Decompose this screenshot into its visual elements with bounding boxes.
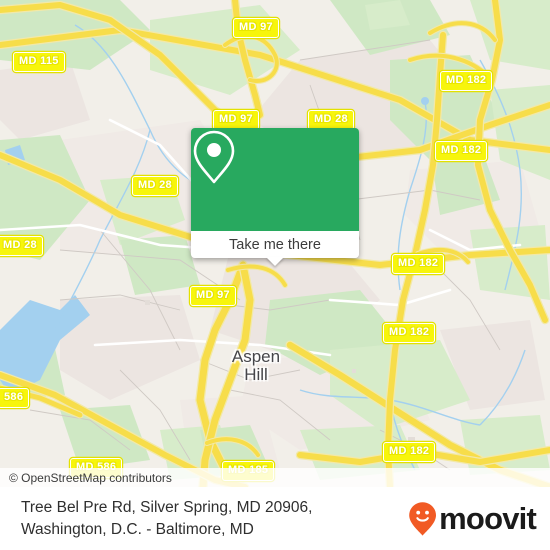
address-line-1: Tree Bel Pre Rd, Silver Spring, MD 20906… xyxy=(21,498,313,516)
address-block: Tree Bel Pre Rd, Silver Spring, MD 20906… xyxy=(0,497,312,541)
road-shield: MD 28 xyxy=(308,110,354,130)
moovit-wordmark: moovit xyxy=(439,501,537,536)
popup-card-pointer xyxy=(266,257,284,266)
road-shield: MD 182 xyxy=(392,254,445,274)
osm-attribution-text[interactable]: © OpenStreetMap contributors xyxy=(0,471,172,485)
take-me-there-label: Take me there xyxy=(229,236,321,253)
take-me-there-button[interactable]: Take me there xyxy=(191,231,359,258)
road-shield: MD 182 xyxy=(435,141,488,161)
road-shield: MD 97 xyxy=(213,110,259,130)
road-shield: MD 97 xyxy=(233,18,279,38)
popup-card-header xyxy=(191,128,359,231)
place-label-aspen-hill: Aspen Hill xyxy=(216,348,296,384)
map-pin-icon xyxy=(193,130,235,184)
road-shield: 586 xyxy=(0,388,30,408)
address-line-2: Washington, D.C. - Baltimore, MD xyxy=(21,520,254,538)
road-shield: MD 182 xyxy=(383,323,436,343)
road-shield: MD 182 xyxy=(383,442,436,462)
road-shield: MD 115 xyxy=(13,52,65,72)
location-popup-card[interactable]: Take me there xyxy=(191,128,359,266)
road-shield: MD 28 xyxy=(132,176,178,196)
road-shield: MD 182 xyxy=(440,71,493,91)
road-shield: MD 28 xyxy=(0,236,43,256)
map-canvas[interactable]: .park{fill:#cfe8c4;} .park2{fill:#d7ecca… xyxy=(0,0,550,487)
road-shield: MD 97 xyxy=(190,286,236,306)
moovit-logo[interactable]: moovit xyxy=(408,501,550,537)
place-label-line2: Hill xyxy=(244,365,268,384)
place-label-line1: Aspen xyxy=(231,347,281,366)
footer-bar: Tree Bel Pre Rd, Silver Spring, MD 20906… xyxy=(0,487,550,550)
moovit-map-screenshot: .park{fill:#cfe8c4;} .park2{fill:#d7ecca… xyxy=(0,0,550,550)
moovit-smiley-pin-icon xyxy=(409,501,437,536)
map-attribution-bar: © OpenStreetMap contributors xyxy=(0,468,550,487)
